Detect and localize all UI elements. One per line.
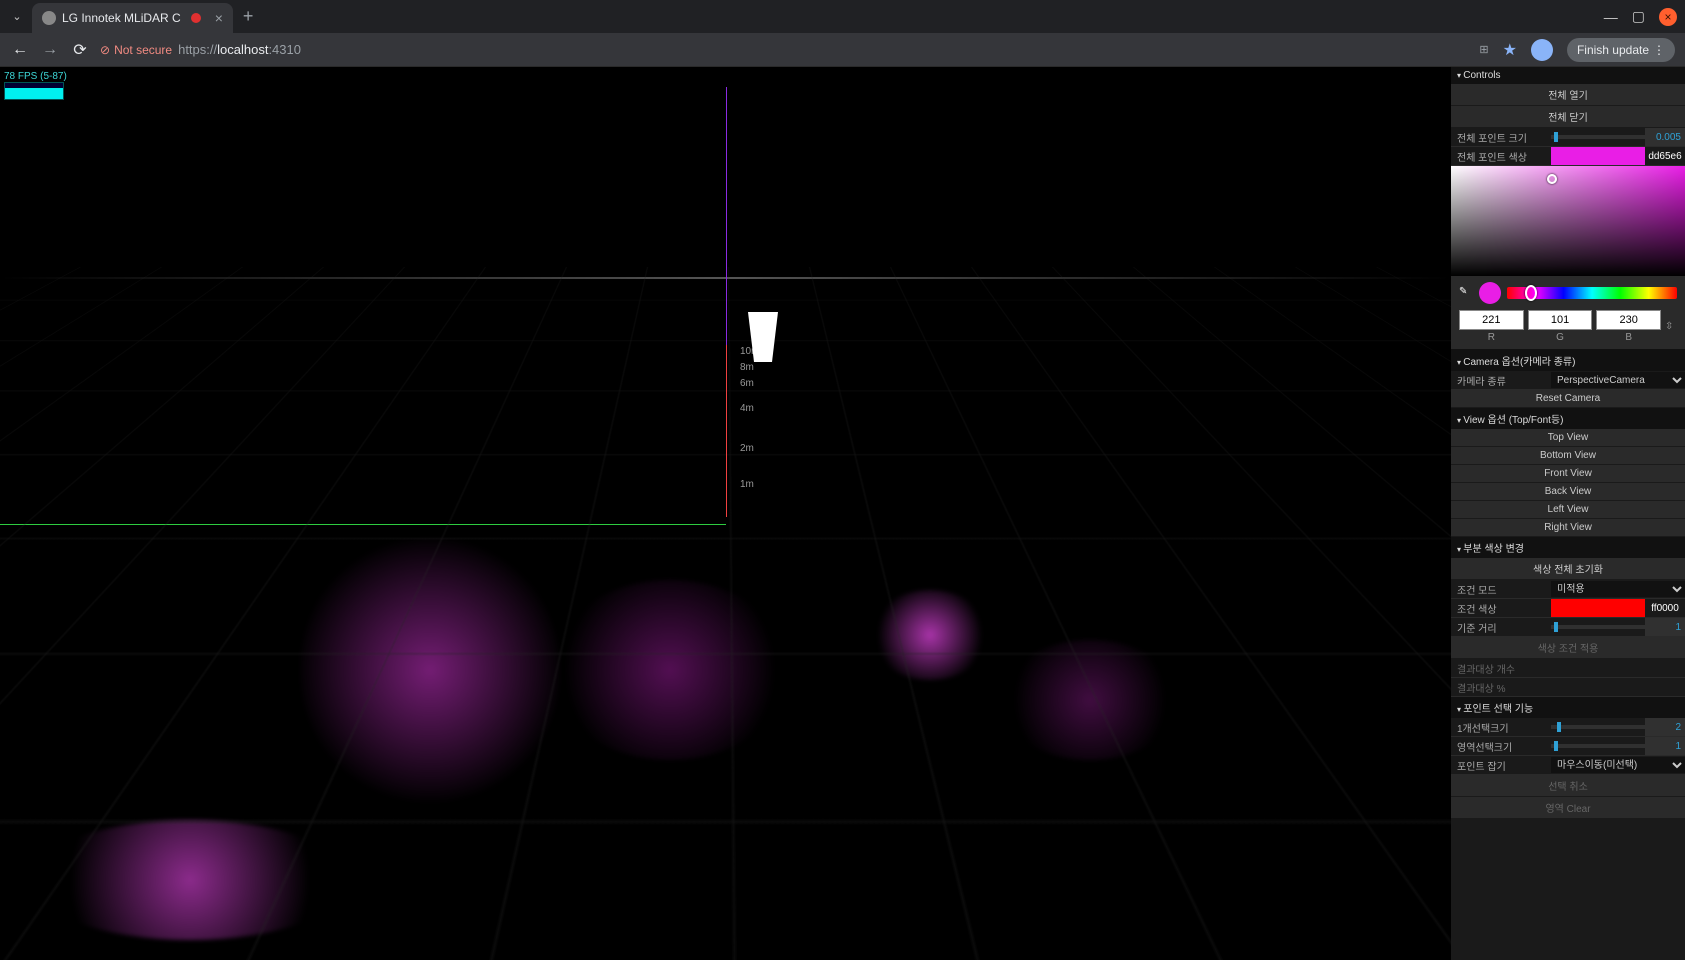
- warning-icon: ⊘: [100, 43, 110, 57]
- x-axis: [0, 524, 726, 525]
- install-app-icon[interactable]: ⊞: [1479, 43, 1488, 56]
- r-input[interactable]: [1459, 310, 1524, 330]
- camera-type-label: 카메라 종류: [1451, 373, 1551, 388]
- target-pct-label: 결과대상 %: [1451, 680, 1551, 695]
- point-color-hex[interactable]: dd65e6: [1645, 147, 1685, 166]
- browser-nav-bar: ← → ⟳ ⊘ Not secure https://localhost:431…: [0, 33, 1685, 67]
- section-point-select[interactable]: 포인트 선택 기능: [1451, 697, 1685, 718]
- point-cloud: [30, 820, 350, 940]
- cancel-select-button[interactable]: 선택 취소: [1451, 775, 1685, 797]
- section-controls[interactable]: Controls: [1451, 67, 1685, 84]
- section-camera[interactable]: Camera 옵션(카메라 종류): [1451, 350, 1685, 371]
- apply-color-button[interactable]: 색상 조건 적용: [1451, 637, 1685, 659]
- menu-dots-icon: ⋮: [1653, 43, 1665, 57]
- point-size-slider[interactable]: [1551, 135, 1645, 139]
- b-input[interactable]: [1596, 310, 1661, 330]
- point-color-swatch[interactable]: [1551, 147, 1645, 165]
- browser-tab-bar: ⌄ LG Innotek MLiDAR C × + — ▢ ×: [0, 0, 1685, 33]
- ground-grid: [0, 67, 1685, 267]
- hue-slider[interactable]: [1507, 287, 1677, 299]
- top-view-button[interactable]: Top View: [1451, 429, 1685, 447]
- point-size-label: 전체 포인트 크기: [1451, 130, 1551, 145]
- distance-label: 기준 거리: [1451, 620, 1551, 635]
- condition-mode-select[interactable]: 미적용: [1551, 581, 1685, 597]
- control-panel[interactable]: Controls 전체 열기 전체 닫기 전체 포인트 크기 0.005 전체 …: [1451, 67, 1685, 960]
- back-button[interactable]: ←: [10, 41, 30, 59]
- insecure-label: Not secure: [114, 43, 172, 57]
- distance-slider[interactable]: [1551, 625, 1645, 629]
- condition-mode-label: 조건 모드: [1451, 582, 1551, 597]
- lidar-viewport[interactable]: 78 FPS (5-87) 10m 8m 6m 4m 2m 1m: [0, 67, 1685, 960]
- reload-button[interactable]: ⟳: [70, 40, 90, 60]
- tab-favicon-icon: [42, 11, 56, 25]
- distance-value[interactable]: 1: [1645, 618, 1685, 636]
- reset-color-button[interactable]: 색상 전체 초기화: [1451, 558, 1685, 580]
- saturation-value-area[interactable]: 2: [1451, 166, 1685, 276]
- point-color-label: 전체 포인트 색상: [1451, 149, 1551, 164]
- window-close-icon[interactable]: ×: [1659, 8, 1677, 26]
- open-all-button[interactable]: 전체 열기: [1451, 84, 1685, 106]
- clear-area-button[interactable]: 영역 Clear: [1451, 797, 1685, 819]
- point-cloud: [1000, 640, 1180, 760]
- point-grab-label: 포인트 잡기: [1451, 758, 1551, 773]
- single-select-value[interactable]: 2: [1645, 718, 1685, 736]
- area-select-label: 영역선택크기: [1451, 739, 1551, 754]
- url-text: https://localhost:4310: [178, 42, 301, 57]
- forward-button[interactable]: →: [40, 41, 60, 59]
- left-view-button[interactable]: Left View: [1451, 501, 1685, 519]
- bookmark-icon[interactable]: ★: [1503, 40, 1517, 60]
- address-bar[interactable]: ⊘ Not secure https://localhost:4310: [100, 42, 1469, 57]
- area-select-slider[interactable]: [1551, 744, 1645, 748]
- color-mode-toggle-icon[interactable]: ⇳: [1665, 310, 1677, 343]
- profile-avatar[interactable]: [1531, 39, 1553, 61]
- back-view-button[interactable]: Back View: [1451, 483, 1685, 501]
- browser-tab[interactable]: LG Innotek MLiDAR C ×: [32, 3, 233, 33]
- condition-color-label: 조건 색상: [1451, 601, 1551, 616]
- color-picker[interactable]: 2 ✎ R G B ⇳: [1451, 166, 1685, 350]
- close-all-button[interactable]: 전체 닫기: [1451, 106, 1685, 128]
- condition-color-swatch[interactable]: [1551, 599, 1645, 617]
- new-tab-button[interactable]: +: [243, 6, 254, 27]
- current-color-swatch: [1479, 282, 1501, 304]
- target-count-label: 결과대상 개수: [1451, 661, 1551, 676]
- tab-dropdown-icon[interactable]: ⌄: [8, 8, 26, 26]
- point-size-value[interactable]: 0.005: [1645, 128, 1685, 146]
- eyedropper-icon[interactable]: ✎: [1459, 286, 1473, 300]
- window-maximize-icon[interactable]: ▢: [1632, 8, 1645, 25]
- recording-indicator-icon: [191, 13, 201, 23]
- g-input[interactable]: [1528, 310, 1593, 330]
- point-cloud: [300, 530, 560, 810]
- front-view-button[interactable]: Front View: [1451, 465, 1685, 483]
- section-partial-color[interactable]: 부분 색상 변경: [1451, 537, 1685, 558]
- sv-handle-icon[interactable]: [1547, 174, 1557, 184]
- area-select-value[interactable]: 1: [1645, 737, 1685, 755]
- tab-title: LG Innotek MLiDAR C: [62, 11, 181, 25]
- section-view[interactable]: View 옵션 (Top/Font등): [1451, 408, 1685, 429]
- point-cloud: [550, 580, 790, 760]
- single-select-slider[interactable]: [1551, 725, 1645, 729]
- bottom-view-button[interactable]: Bottom View: [1451, 447, 1685, 465]
- point-cloud: [870, 590, 990, 680]
- single-select-label: 1개선택크기: [1451, 720, 1551, 735]
- point-grab-select[interactable]: 마우스이동(미선택): [1551, 757, 1685, 773]
- hue-handle-icon[interactable]: [1525, 285, 1537, 301]
- tab-close-icon[interactable]: ×: [215, 10, 223, 26]
- y-axis: [726, 87, 727, 517]
- finish-update-button[interactable]: Finish update⋮: [1567, 38, 1675, 62]
- right-view-button[interactable]: Right View: [1451, 519, 1685, 537]
- reset-camera-button[interactable]: Reset Camera: [1451, 390, 1685, 408]
- insecure-badge[interactable]: ⊘ Not secure: [100, 43, 172, 57]
- camera-type-select[interactable]: PerspectiveCamera: [1551, 372, 1685, 388]
- condition-color-hex[interactable]: ff0000: [1645, 599, 1685, 618]
- window-minimize-icon[interactable]: —: [1604, 9, 1618, 25]
- scene-3d[interactable]: 10m 8m 6m 4m 2m 1m: [0, 67, 1685, 960]
